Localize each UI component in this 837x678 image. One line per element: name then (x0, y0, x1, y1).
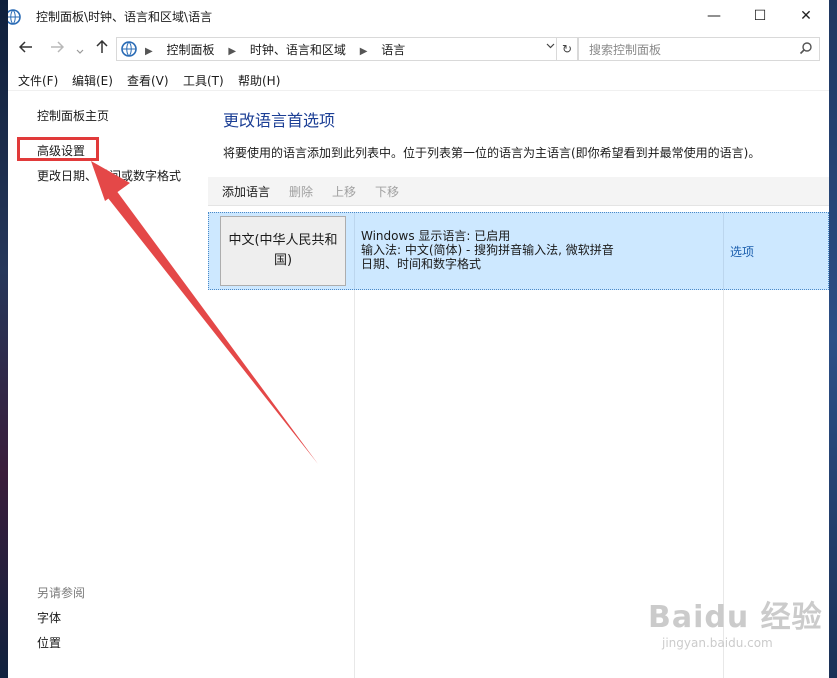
watermark-brand: Baidu 经验 (648, 600, 823, 635)
annotation-arrow (91, 161, 318, 464)
desktop-background-left (0, 0, 8, 678)
watermark-site: jingyan.baidu.com (662, 636, 773, 650)
control-panel-window: 控制面板\时钟、语言和区域\语言 — ☐ ✕ ▶ 控制面板 ▶ 时钟、语言和区域 (8, 0, 829, 678)
desktop-background-right (829, 0, 837, 678)
baidu-watermark: Baidu 经验 jingyan.baidu.com (648, 592, 823, 650)
